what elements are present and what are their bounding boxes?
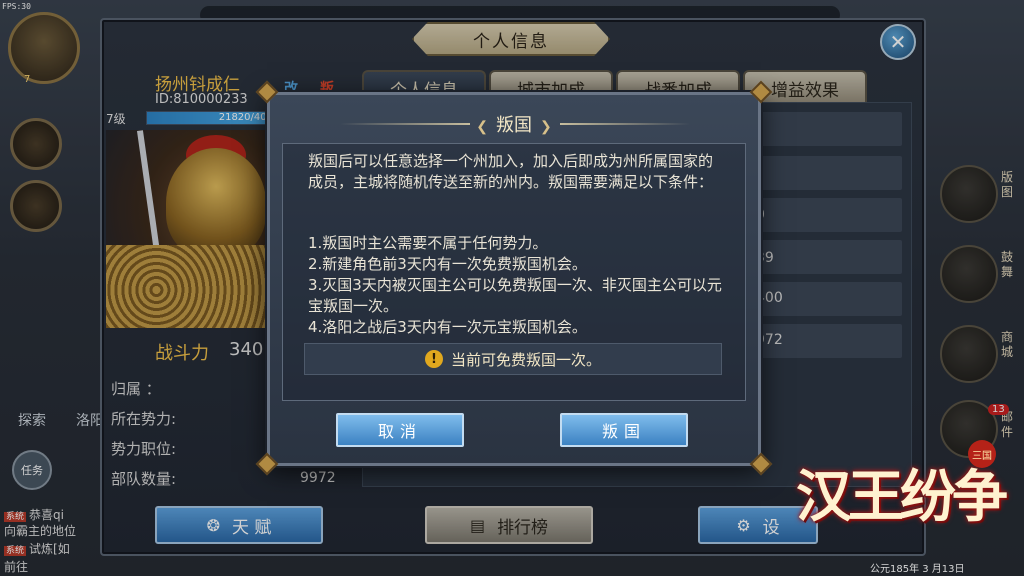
game-logo: 汉王纷争 三国 — [790, 432, 1010, 562]
rebel-dialog: ❮ 叛国 ❯ 叛国后可以任意选择一个州加入，加入后即成为州所属国家的成员，主城将随机… — [267, 92, 761, 466]
rebel-confirm-button[interactable]: 叛国 — [560, 413, 688, 447]
dialog-description: 叛国后可以任意选择一个州加入，加入后即成为州所属国家的成员，主城将随机传送至新的… — [308, 152, 714, 191]
game-date: 公元185年 3 月13日 — [870, 564, 965, 575]
condition-4: 4.洛阳之战后3天内有一次元宝叛国机会。 — [308, 318, 587, 336]
dialog-title: ❮ 叛国 ❯ — [476, 115, 552, 136]
cancel-button[interactable]: 取消 — [336, 413, 464, 447]
warning-icon: ! — [424, 350, 443, 368]
logo-seal: 三国 — [968, 440, 996, 468]
condition-1: 1.叛国时主公需要不属于任何势力。 — [308, 234, 548, 252]
condition-2: 2.新建角色前3天内有一次免费叛国机会。 — [308, 255, 587, 273]
notice-text: 当前可免费叛国一次。 — [450, 350, 601, 369]
condition-3: 3.灭国3天内被灭国主公可以免费叛国一次、非灭国主公可以元宝叛国一次。 — [308, 276, 722, 315]
free-rebel-notice: ! 当前可免费叛国一次。 — [304, 343, 722, 375]
